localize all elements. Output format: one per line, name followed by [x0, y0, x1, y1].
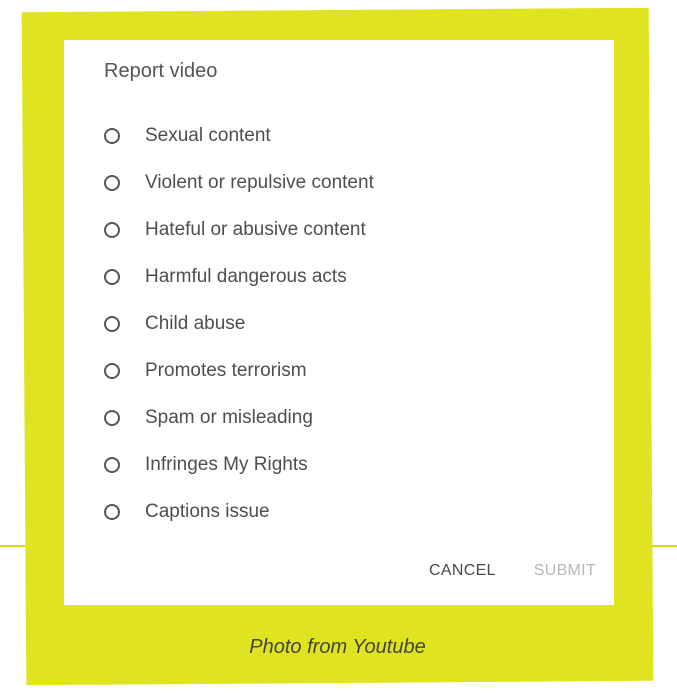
- report-option-terrorism[interactable]: Promotes terrorism: [104, 347, 374, 394]
- dialog-title: Report video: [104, 60, 218, 82]
- radio-unchecked-icon[interactable]: [104, 221, 120, 238]
- report-option-spam[interactable]: Spam or misleading: [104, 394, 374, 441]
- option-label: Harmful dangerous acts: [145, 265, 347, 287]
- radio-unchecked-icon[interactable]: [104, 409, 120, 426]
- option-label: Violent or repulsive content: [145, 171, 374, 193]
- radio-unchecked-icon[interactable]: [104, 456, 120, 473]
- option-label: Captions issue: [145, 500, 270, 522]
- option-label: Infringes My Rights: [145, 453, 308, 475]
- cancel-button[interactable]: CANCEL: [429, 562, 496, 580]
- photo-caption: Photo from Youtube: [249, 636, 426, 658]
- option-label: Spam or misleading: [145, 406, 313, 428]
- dialog-actions: CANCEL SUBMIT: [429, 562, 596, 580]
- report-option-harmful-acts[interactable]: Harmful dangerous acts: [104, 253, 374, 300]
- radio-unchecked-icon[interactable]: [104, 315, 120, 332]
- radio-unchecked-icon[interactable]: [104, 127, 120, 144]
- option-label: Promotes terrorism: [145, 359, 307, 381]
- report-option-infringes-rights[interactable]: Infringes My Rights: [104, 441, 374, 488]
- option-label: Child abuse: [145, 312, 246, 334]
- radio-unchecked-icon[interactable]: [104, 174, 120, 191]
- option-label: Sexual content: [145, 124, 271, 146]
- radio-unchecked-icon[interactable]: [104, 362, 120, 379]
- submit-button[interactable]: SUBMIT: [534, 562, 596, 580]
- report-option-sexual-content[interactable]: Sexual content: [104, 112, 374, 159]
- report-video-dialog: Report video Sexual content Violent or r…: [64, 40, 614, 605]
- report-option-captions-issue[interactable]: Captions issue: [104, 488, 374, 535]
- radio-unchecked-icon[interactable]: [104, 503, 120, 520]
- report-reason-list: Sexual content Violent or repulsive cont…: [104, 112, 374, 535]
- radio-unchecked-icon[interactable]: [104, 268, 120, 285]
- report-option-violent-content[interactable]: Violent or repulsive content: [104, 159, 374, 206]
- option-label: Hateful or abusive content: [145, 218, 366, 240]
- report-option-hateful-content[interactable]: Hateful or abusive content: [104, 206, 374, 253]
- report-option-child-abuse[interactable]: Child abuse: [104, 300, 374, 347]
